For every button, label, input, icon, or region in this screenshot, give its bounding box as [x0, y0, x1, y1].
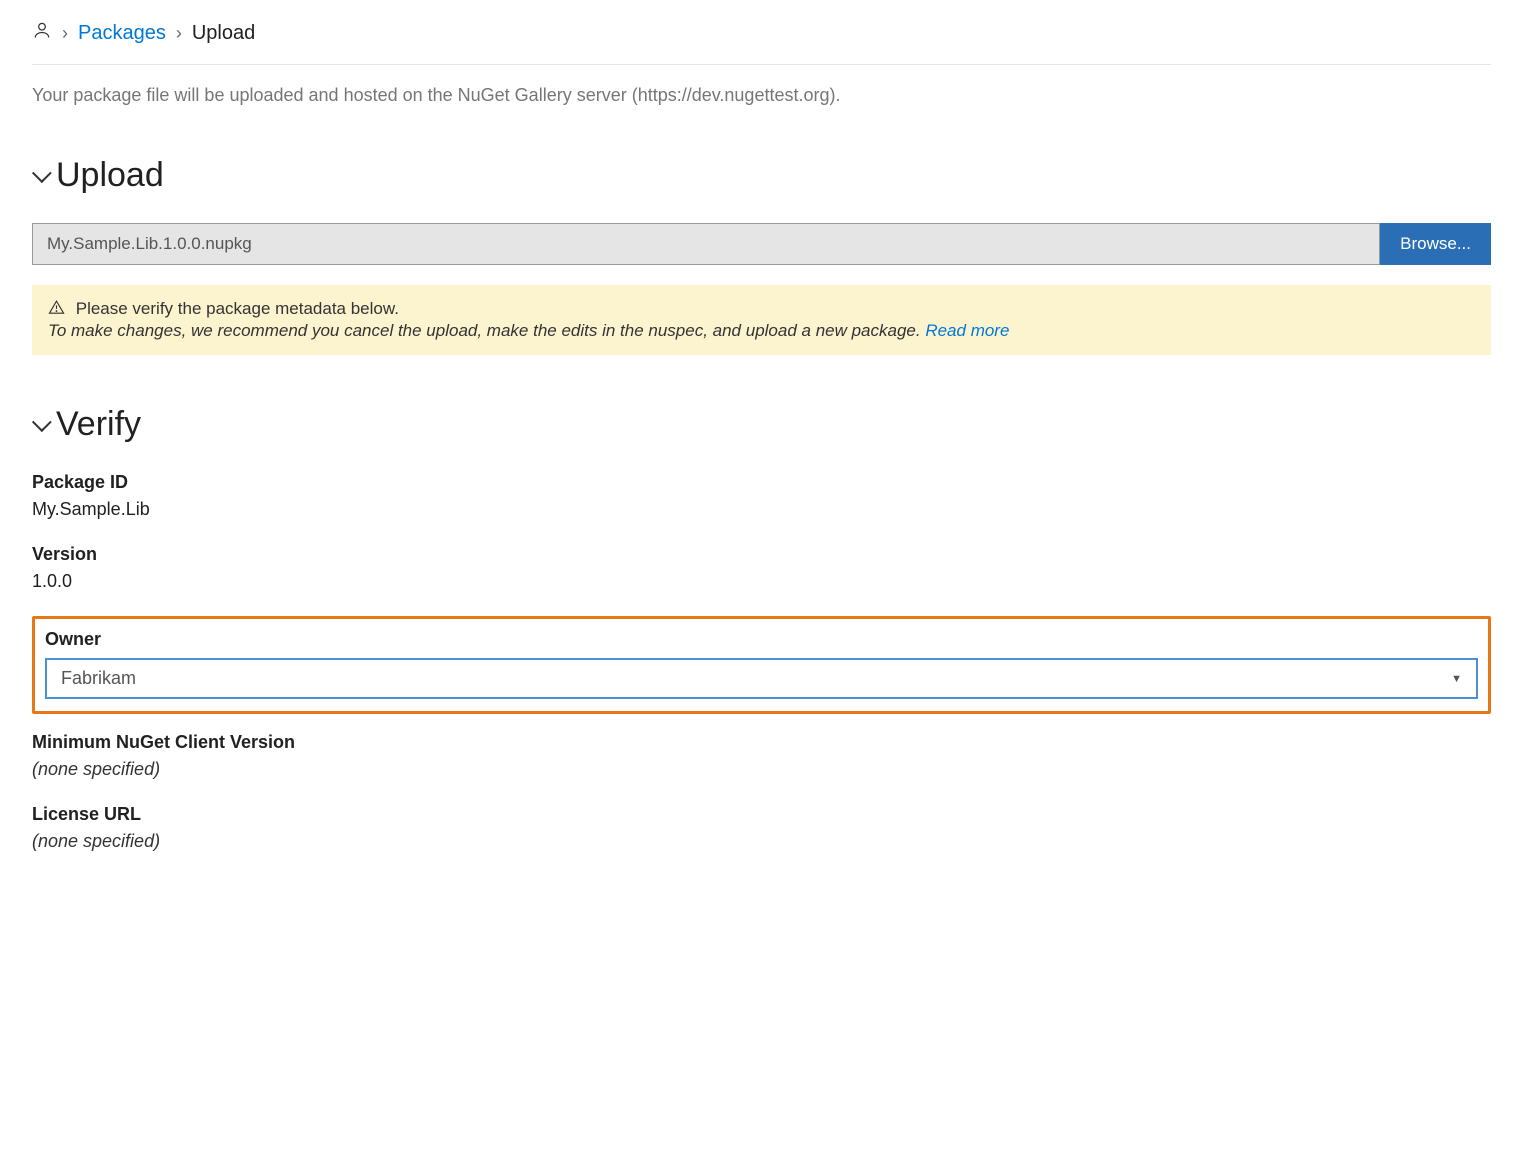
- breadcrumb-packages-link[interactable]: Packages: [78, 22, 166, 45]
- dropdown-caret-icon: ▼: [1437, 673, 1476, 685]
- field-version: Version 1.0.0: [32, 544, 1491, 592]
- breadcrumb-separator: ›: [176, 23, 182, 44]
- verify-alert: Please verify the package metadata below…: [32, 285, 1491, 355]
- license-url-label: License URL: [32, 804, 1491, 825]
- owner-select[interactable]: Fabrikam ▼: [45, 658, 1478, 699]
- verify-section-toggle[interactable]: Verify: [32, 405, 1491, 444]
- min-client-label: Minimum NuGet Client Version: [32, 732, 1491, 753]
- alert-line2: To make changes, we recommend you cancel…: [48, 321, 925, 340]
- upload-heading: Upload: [56, 156, 164, 195]
- chevron-down-icon: [32, 412, 52, 432]
- owner-highlight: Owner Fabrikam ▼: [32, 616, 1491, 714]
- browse-button[interactable]: Browse...: [1380, 223, 1491, 265]
- package-id-value: My.Sample.Lib: [32, 499, 1491, 520]
- field-license-url: License URL (none specified): [32, 804, 1491, 852]
- alert-read-more-link[interactable]: Read more: [925, 321, 1009, 340]
- owner-select-value: Fabrikam: [47, 660, 1437, 697]
- file-name-input[interactable]: My.Sample.Lib.1.0.0.nupkg: [32, 223, 1380, 265]
- warning-icon: [48, 299, 65, 319]
- alert-line1: Please verify the package metadata below…: [76, 299, 399, 318]
- upload-section-toggle[interactable]: Upload: [32, 156, 1491, 195]
- version-label: Version: [32, 544, 1491, 565]
- package-id-label: Package ID: [32, 472, 1491, 493]
- min-client-value: (none specified): [32, 759, 1491, 780]
- breadcrumb: › Packages › Upload: [32, 20, 1491, 65]
- field-package-id: Package ID My.Sample.Lib: [32, 472, 1491, 520]
- breadcrumb-separator: ›: [62, 23, 68, 44]
- field-min-client: Minimum NuGet Client Version (none speci…: [32, 732, 1491, 780]
- file-input-row: My.Sample.Lib.1.0.0.nupkg Browse...: [32, 223, 1491, 265]
- owner-label: Owner: [45, 629, 1478, 650]
- page-subtitle: Your package file will be uploaded and h…: [32, 85, 1491, 106]
- chevron-down-icon: [32, 163, 52, 183]
- verify-heading: Verify: [56, 405, 141, 444]
- breadcrumb-current: Upload: [192, 22, 255, 45]
- license-url-value: (none specified): [32, 831, 1491, 852]
- user-icon[interactable]: [32, 20, 52, 46]
- version-value: 1.0.0: [32, 571, 1491, 592]
